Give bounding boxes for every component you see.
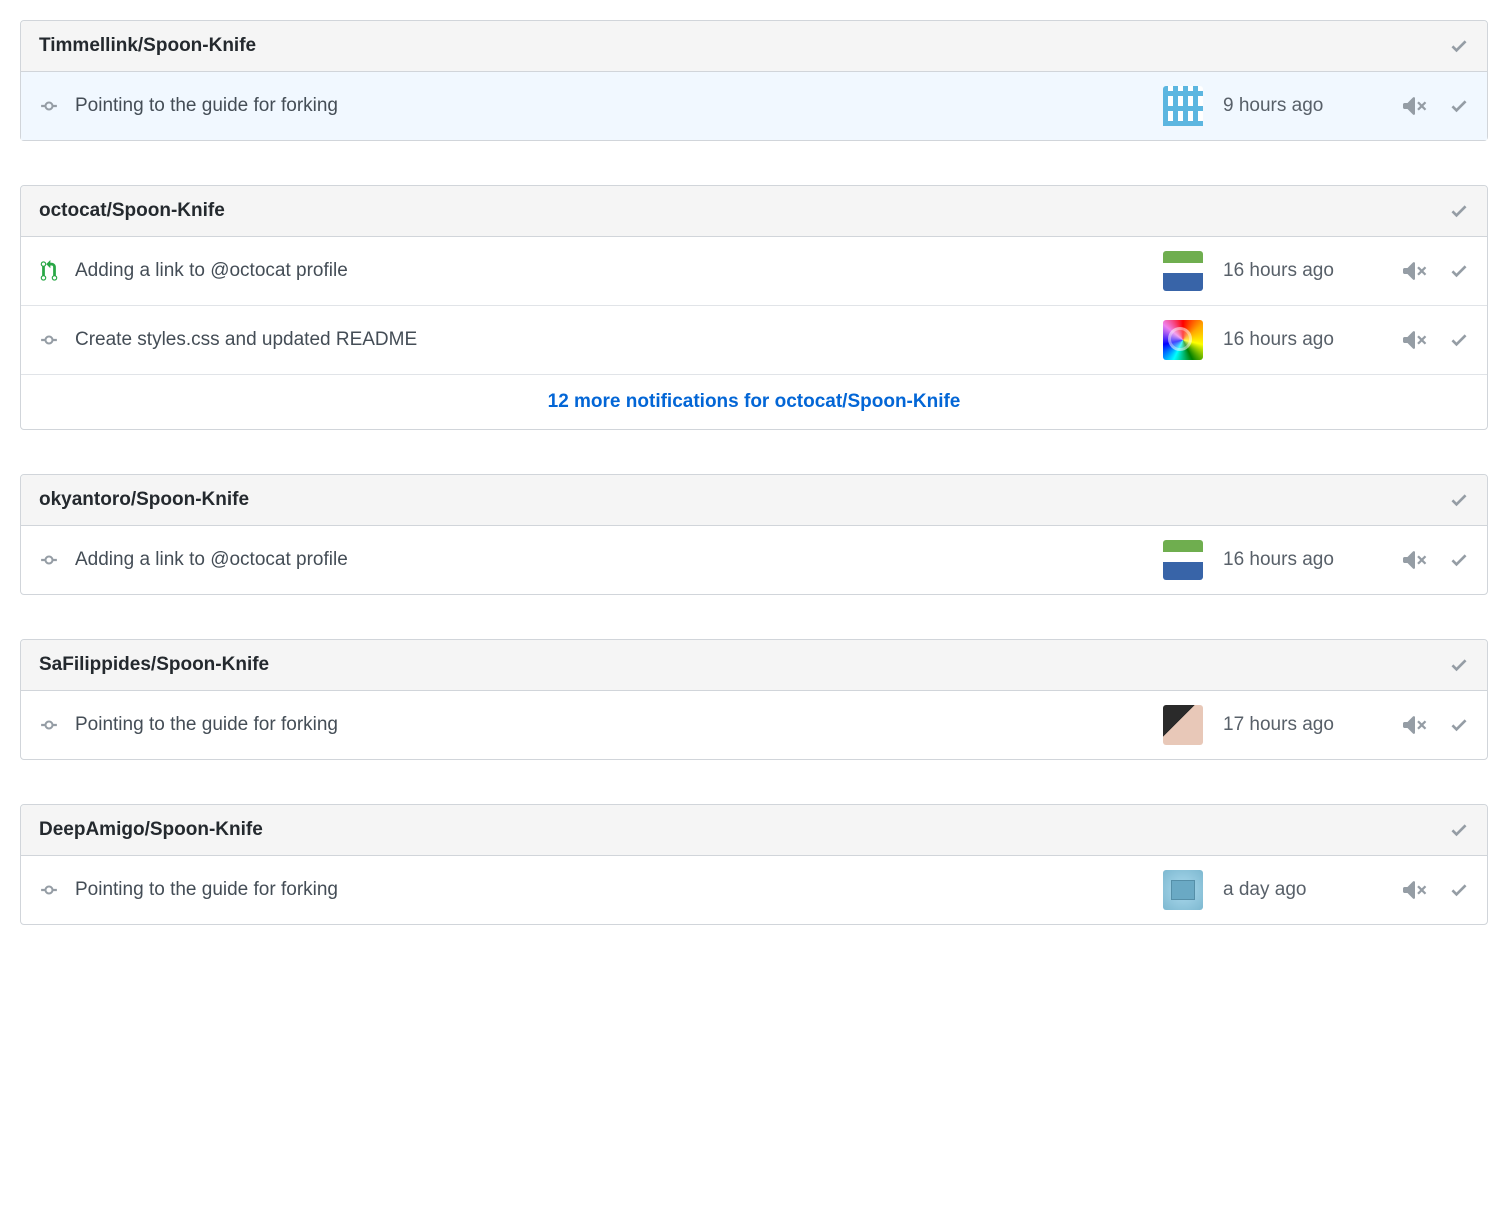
row-actions [1403,259,1469,283]
mark-read-button[interactable] [1449,550,1469,570]
repo-title[interactable]: Timmellink/Spoon-Knife [39,35,256,57]
repo-title[interactable]: DeepAmigo/Spoon-Knife [39,819,263,841]
group-header: SaFilippides/Spoon-Knife [21,640,1487,691]
git-commit-icon [39,880,59,900]
avatar [1163,251,1203,291]
mark-all-read-button[interactable] [1449,820,1469,840]
notification-group: okyantoro/Spoon-Knife Adding a link to @o… [20,474,1488,595]
notification-title[interactable]: Pointing to the guide for forking [75,95,1143,117]
notification-row[interactable]: Adding a link to @octocat profile 16 hour… [21,526,1487,594]
row-actions [1403,548,1469,572]
row-actions [1403,878,1469,902]
mute-button[interactable] [1403,878,1427,902]
group-header: DeepAmigo/Spoon-Knife [21,805,1487,856]
group-header: okyantoro/Spoon-Knife [21,475,1487,526]
avatar [1163,86,1203,126]
more-notifications: 12 more notifications for octocat/Spoon-… [21,375,1487,429]
notifications-list: Timmellink/Spoon-Knife Pointing to the gu… [20,20,1488,925]
notification-row[interactable]: Pointing to the guide for forking a day a… [21,856,1487,924]
notification-group: Timmellink/Spoon-Knife Pointing to the gu… [20,20,1488,141]
notification-group: SaFilippides/Spoon-Knife Pointing to the … [20,639,1488,760]
mute-button[interactable] [1403,328,1427,352]
notification-time: 16 hours ago [1223,260,1393,282]
mark-all-read-button[interactable] [1449,201,1469,221]
notification-group: octocat/Spoon-Knife Adding a link to @oct… [20,185,1488,430]
mark-read-button[interactable] [1449,715,1469,735]
notification-time: 16 hours ago [1223,549,1393,571]
row-actions [1403,713,1469,737]
mark-read-button[interactable] [1449,880,1469,900]
notification-title[interactable]: Pointing to the guide for forking [75,879,1143,901]
mute-button[interactable] [1403,94,1427,118]
mark-all-read-button[interactable] [1449,655,1469,675]
notification-title[interactable]: Adding a link to @octocat profile [75,260,1143,282]
notification-row[interactable]: Create styles.css and updated README 16 h… [21,306,1487,375]
notification-row[interactable]: Pointing to the guide for forking 9 hours… [21,72,1487,140]
notification-title[interactable]: Adding a link to @octocat profile [75,549,1143,571]
mark-read-button[interactable] [1449,96,1469,116]
repo-title[interactable]: okyantoro/Spoon-Knife [39,489,249,511]
repo-title[interactable]: SaFilippides/Spoon-Knife [39,654,269,676]
git-pull-request-icon [39,261,59,281]
avatar [1163,540,1203,580]
mark-all-read-button[interactable] [1449,36,1469,56]
row-actions [1403,328,1469,352]
notification-title[interactable]: Pointing to the guide for forking [75,714,1143,736]
mute-button[interactable] [1403,548,1427,572]
git-commit-icon [39,96,59,116]
group-header: Timmellink/Spoon-Knife [21,21,1487,72]
notification-group: DeepAmigo/Spoon-Knife Pointing to the gui… [20,804,1488,925]
avatar [1163,320,1203,360]
notification-row[interactable]: Pointing to the guide for forking 17 hour… [21,691,1487,759]
mute-button[interactable] [1403,713,1427,737]
mark-read-button[interactable] [1449,330,1469,350]
git-commit-icon [39,330,59,350]
notification-title[interactable]: Create styles.css and updated README [75,329,1143,351]
mark-all-read-button[interactable] [1449,490,1469,510]
mute-button[interactable] [1403,259,1427,283]
repo-title[interactable]: octocat/Spoon-Knife [39,200,225,222]
group-header: octocat/Spoon-Knife [21,186,1487,237]
notification-row[interactable]: Adding a link to @octocat profile 16 hour… [21,237,1487,306]
git-commit-icon [39,550,59,570]
mark-read-button[interactable] [1449,261,1469,281]
git-commit-icon [39,715,59,735]
avatar [1163,870,1203,910]
avatar [1163,705,1203,745]
notification-time: 16 hours ago [1223,329,1393,351]
more-notifications-link[interactable]: 12 more notifications for octocat/Spoon-… [548,391,961,412]
notification-time: 9 hours ago [1223,95,1393,117]
row-actions [1403,94,1469,118]
notification-time: 17 hours ago [1223,714,1393,736]
notification-time: a day ago [1223,879,1393,901]
